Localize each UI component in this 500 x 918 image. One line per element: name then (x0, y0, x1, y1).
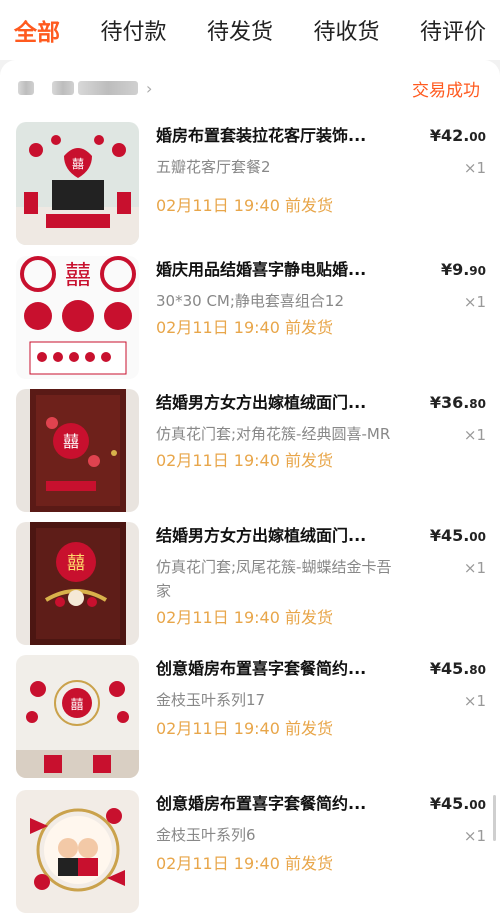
order-status: 交易成功 (412, 80, 480, 101)
ship-time: 02月11日 19:40 前发货 (156, 318, 334, 337)
product-title: 婚庆用品结婚喜字静电贴婚... (156, 260, 367, 279)
shop-header: › 交易成功 (0, 60, 500, 116)
tab-pending-review[interactable]: 待评价 (420, 14, 486, 46)
product-info: 创意婚房布置喜字套餐简约... 金枝玉叶系列6 02月11日 19:40 前发货 (156, 790, 412, 875)
order-item[interactable]: 囍 结婚男方女方出嫁植绒面门... 仿真花门套;凤尾花簇-蝴蝶结金卡吾家 02月… (16, 522, 486, 648)
product-info: 结婚男方女方出嫁植绒面门... 仿真花门套;凤尾花簇-蝴蝶结金卡吾家 02月11… (156, 522, 412, 629)
svg-text:囍: 囍 (63, 432, 79, 451)
product-price: ¥45.80 (430, 658, 486, 681)
order-item[interactable]: 创意婚房布置喜字套餐简约... 金枝玉叶系列6 02月11日 19:40 前发货… (16, 790, 486, 916)
svg-text:囍: 囍 (65, 261, 91, 291)
product-title: 结婚男方女方出嫁植绒面门... (156, 526, 367, 545)
ship-time: 02月11日 19:40 前发货 (156, 451, 334, 470)
price-integer: ¥42. (429, 126, 470, 145)
product-info: 婚房布置套装拉花客厅装饰... 五瓣花客厅套餐2 02月11日 19:40 前发… (156, 122, 412, 217)
order-item[interactable]: 囍 创意婚房布置喜字套餐简约... 金枝玉叶系列17 02月11日 19:40 … (16, 655, 486, 781)
tab-pending-shipment[interactable]: 待发货 (207, 14, 273, 46)
price-integer: ¥45. (429, 526, 470, 545)
tab-pending-payment[interactable]: 待付款 (100, 14, 166, 46)
product-thumbnail[interactable]: 囍 (16, 122, 139, 245)
product-title: 创意婚房布置喜字套餐简约... (156, 794, 367, 813)
order-card[interactable]: › 交易成功 囍 婚房布置套装拉花客厅装饰... 五瓣花客厅套餐2 02月11日… (0, 60, 500, 918)
product-info: 创意婚房布置喜字套餐简约... 金枝玉叶系列17 02月11日 19:40 前发… (156, 655, 412, 740)
product-spec: 金枝玉叶系列17 (156, 691, 266, 709)
shop-name-blurred (78, 81, 138, 95)
product-thumbnail[interactable]: 囍 (16, 256, 139, 379)
product-price: ¥42.00 (430, 125, 486, 148)
product-info: 结婚男方女方出嫁植绒面门... 仿真花门套;对角花簇-经典圆喜-MR 02月11… (156, 389, 412, 472)
product-spec: 仿真花门套;对角花簇-经典圆喜-MR (156, 425, 391, 443)
product-title: 结婚男方女方出嫁植绒面门... (156, 393, 367, 412)
price-decimal: 00 (469, 130, 486, 144)
chevron-right-icon: › (146, 78, 153, 98)
ship-time: 02月11日 19:40 前发货 (156, 854, 334, 873)
ship-time: 02月11日 19:40 前发货 (156, 196, 334, 215)
order-item[interactable]: 囍 婚房布置套装拉花客厅装饰... 五瓣花客厅套餐2 02月11日 19:40 … (16, 122, 486, 248)
svg-text:囍: 囍 (72, 157, 84, 171)
product-thumbnail[interactable] (16, 790, 139, 913)
svg-text:囍: 囍 (70, 698, 83, 713)
product-thumbnail[interactable]: 囍 (16, 522, 139, 645)
product-thumbnail[interactable]: 囍 (16, 655, 139, 778)
price-decimal: 80 (469, 397, 486, 411)
shop-name-blurred (52, 81, 74, 95)
product-info: 婚庆用品结婚喜字静电贴婚... 30*30 CM;静电套喜组合12 02月11日… (156, 256, 412, 339)
product-quantity: ×1 (463, 827, 486, 845)
product-price: ¥45.00 (430, 793, 486, 816)
price-decimal: 00 (469, 798, 486, 812)
price-integer: ¥45. (429, 794, 470, 813)
order-tabs: 全部 待付款 待发货 待收货 待评价 (0, 0, 500, 60)
ship-time: 02月11日 19:40 前发货 (156, 719, 334, 738)
product-price: ¥36.80 (430, 392, 486, 415)
product-title: 婚房布置套装拉花客厅装饰... (156, 126, 367, 145)
product-spec: 仿真花门套;凤尾花簇-蝴蝶结金卡吾家 (156, 558, 392, 600)
tab-all[interactable]: 全部 (14, 13, 60, 47)
price-integer: ¥45. (429, 659, 470, 678)
product-spec: 金枝玉叶系列6 (156, 826, 256, 844)
scrollbar[interactable] (493, 795, 496, 841)
product-quantity: ×1 (463, 159, 486, 177)
price-decimal: 80 (469, 663, 486, 677)
order-item[interactable]: 囍 结婚男方女方出嫁植绒面门... 仿真花门套;对角花簇-经典圆喜-MR 02月… (16, 389, 486, 515)
product-title: 创意婚房布置喜字套餐简约... (156, 659, 367, 678)
product-spec: 30*30 CM;静电套喜组合12 (156, 292, 344, 310)
shop-name[interactable]: › (18, 79, 152, 98)
product-price: ¥9.90 (441, 259, 486, 282)
price-integer: ¥36. (429, 393, 470, 412)
product-spec: 五瓣花客厅套餐2 (156, 158, 271, 176)
product-quantity: ×1 (463, 692, 486, 710)
price-integer: ¥9. (440, 260, 470, 279)
product-thumbnail[interactable]: 囍 (16, 389, 139, 512)
product-quantity: ×1 (463, 293, 486, 311)
product-quantity: ×1 (463, 559, 486, 577)
product-quantity: ×1 (463, 426, 486, 444)
product-price: ¥45.00 (430, 525, 486, 548)
shop-logo (18, 81, 34, 95)
ship-time: 02月11日 19:40 前发货 (156, 608, 334, 627)
price-decimal: 00 (469, 530, 486, 544)
order-item[interactable]: 囍 婚庆用品结婚喜字静电贴婚... 30*30 CM;静电套喜组合12 02月1… (16, 256, 486, 382)
price-decimal: 90 (469, 264, 486, 278)
svg-text:囍: 囍 (67, 553, 85, 574)
tab-pending-receipt[interactable]: 待收货 (313, 14, 379, 46)
